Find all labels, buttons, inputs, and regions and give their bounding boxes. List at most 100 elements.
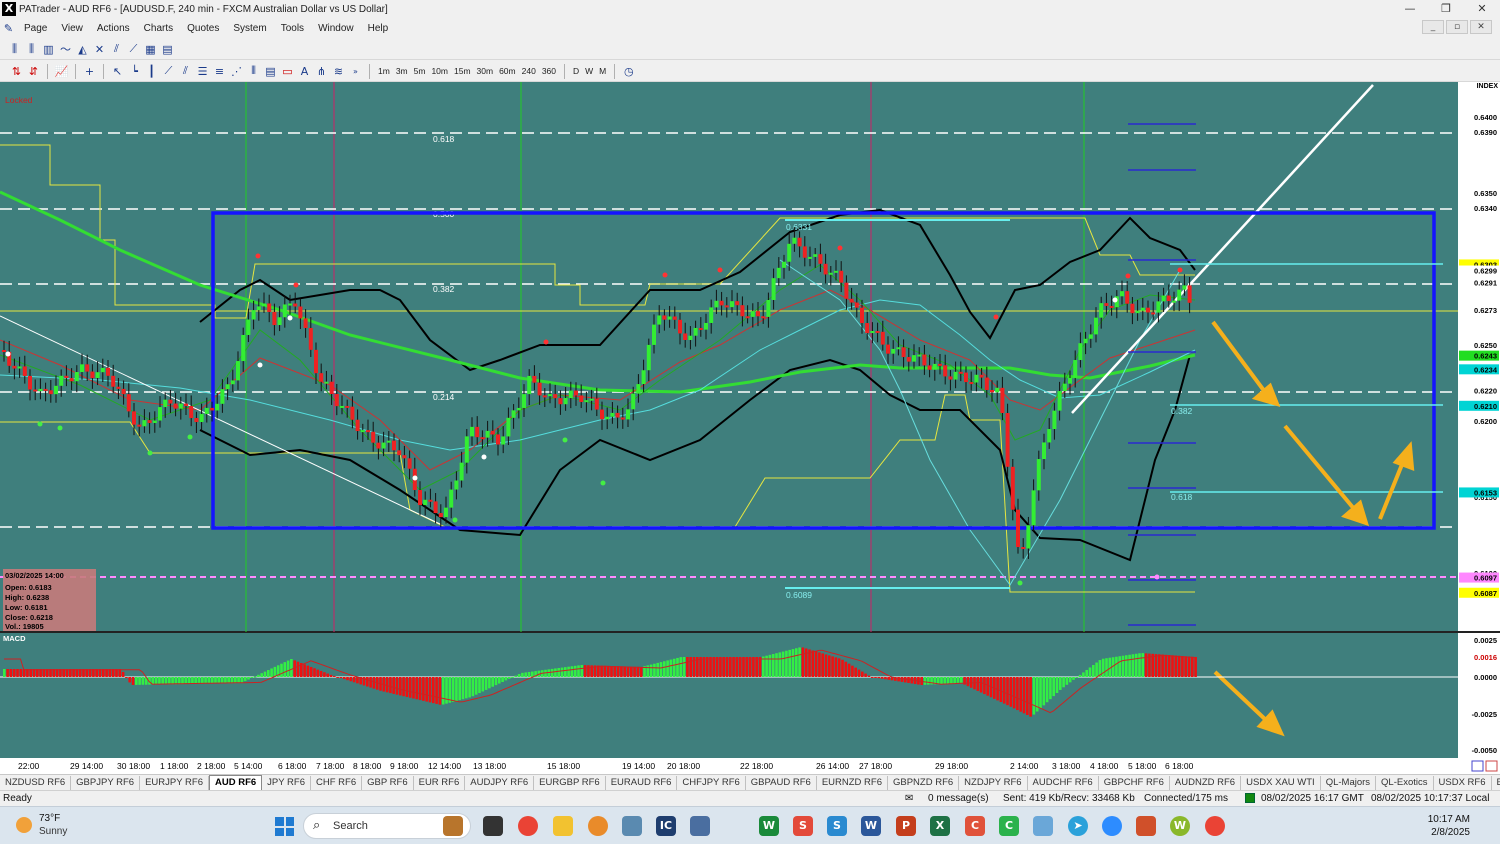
tab-jpy-rf6[interactable]: JPY RF6 <box>262 775 311 790</box>
horizontal-line-icon[interactable]: ┕ <box>127 64 142 79</box>
timeframe-m[interactable]: M <box>596 66 609 76</box>
c-green-app-icon[interactable]: C <box>999 816 1019 836</box>
timeframe-30m[interactable]: 30m <box>474 66 497 76</box>
zoom-icon[interactable] <box>1471 760 1484 772</box>
chart-area[interactable]: 0.618 0.500 0.382 0.214 Locked 0.6089 0.… <box>0 82 1500 774</box>
tab-bitcoin[interactable]: Bitcoin <box>1492 776 1500 790</box>
clock-icon[interactable]: ◷ <box>621 64 636 79</box>
menu-page[interactable]: Page <box>17 23 54 34</box>
weather-desc[interactable]: Sunny <box>39 826 67 837</box>
volume-chart-icon[interactable]: ▤ <box>160 42 175 57</box>
rectangle-icon[interactable]: ▭ <box>280 64 295 79</box>
timeframe-w[interactable]: W <box>582 66 596 76</box>
trend-line-icon[interactable]: ⟋ <box>161 64 176 79</box>
menu-window[interactable]: Window <box>311 23 361 34</box>
file-explorer-icon[interactable] <box>553 816 573 836</box>
line-chart-icon[interactable]: 〜 <box>58 42 73 57</box>
timeframe-10m[interactable]: 10m <box>428 66 451 76</box>
briefcase-app-icon[interactable] <box>443 816 463 836</box>
buy-sell-icon[interactable]: ⇅ <box>9 64 24 79</box>
word-icon[interactable]: W <box>861 816 881 836</box>
chrome-icon-2[interactable] <box>1205 816 1225 836</box>
sun-icon[interactable] <box>16 817 32 833</box>
more-tools-icon[interactable]: » <box>348 64 363 79</box>
area-chart-icon[interactable]: ◭ <box>75 42 90 57</box>
tab-gbpaud-rf6[interactable]: GBPAUD RF6 <box>746 775 817 790</box>
fib-extension-icon[interactable]: ≡ <box>212 64 227 79</box>
tab-ql-exotics[interactable]: QL-Exotics <box>1376 775 1434 790</box>
channel-icon[interactable]: ⫽ <box>178 64 193 79</box>
zoom-app-icon[interactable] <box>1102 816 1122 836</box>
fib-fan-icon[interactable]: ⋰ <box>229 64 244 79</box>
price-chart[interactable]: 0.618 0.500 0.382 0.214 Locked 0.6089 0.… <box>0 82 1500 774</box>
menu-view[interactable]: View <box>54 23 90 34</box>
fib-time-icon[interactable]: ⦀ <box>246 64 261 79</box>
cycles-icon[interactable]: ≋ <box>331 64 346 79</box>
vertical-line-icon[interactable]: ┃ <box>144 64 159 79</box>
tab-eurjpy-rf6[interactable]: EURJPY RF6 <box>140 775 209 790</box>
timeframe-5m[interactable]: 5m <box>411 66 429 76</box>
app-icon-orange[interactable] <box>588 816 608 836</box>
excel-icon[interactable]: X <box>930 816 950 836</box>
tab-chf-rf6[interactable]: CHF RF6 <box>311 775 363 790</box>
text-icon[interactable]: A <box>297 64 312 79</box>
tab-euraud-rf6[interactable]: EURAUD RF6 <box>606 775 678 790</box>
ohlc-chart-icon[interactable]: ⫼ <box>24 42 39 57</box>
calculator-icon[interactable] <box>690 816 710 836</box>
timeframe-360[interactable]: 360 <box>539 66 559 76</box>
timeframe-15m[interactable]: 15m <box>451 66 474 76</box>
chart-edit-icon[interactable]: ✎ <box>1 21 16 36</box>
tab-gbpnzd-rf6[interactable]: GBPNZD RF6 <box>888 775 960 790</box>
status-messages[interactable]: 0 message(s) <box>928 793 989 804</box>
menu-system[interactable]: System <box>226 23 273 34</box>
menu-help[interactable]: Help <box>361 23 396 34</box>
tab-gbpjpy-rf6[interactable]: GBPJPY RF6 <box>71 775 141 790</box>
mdi-minimize-button[interactable]: _ <box>1422 20 1444 34</box>
close-button[interactable]: ✕ <box>1464 0 1500 18</box>
indicator-icon[interactable]: 📈 <box>54 64 69 79</box>
timeframe-3m[interactable]: 3m <box>393 66 411 76</box>
minimize-button[interactable]: — <box>1392 0 1428 18</box>
message-icon[interactable]: ✉ <box>905 793 913 804</box>
weather-temp[interactable]: 73°F <box>39 813 60 824</box>
trade-icon[interactable]: ⇵ <box>26 64 41 79</box>
histogram-icon[interactable]: ▦ <box>143 42 158 57</box>
start-button[interactable] <box>275 817 294 836</box>
app-icon-red2[interactable] <box>1136 816 1156 836</box>
tab-eur-rf6[interactable]: EUR RF6 <box>414 775 466 790</box>
taskbar-clock[interactable]: 10:17 AM 2/8/2025 <box>1428 813 1470 839</box>
tab-audjpy-rf6[interactable]: AUDJPY RF6 <box>465 775 535 790</box>
tab-audnzd-rf6[interactable]: AUDNZD RF6 <box>1170 775 1242 790</box>
timeframe-d[interactable]: D <box>570 66 582 76</box>
w-green-app-icon[interactable]: W <box>1170 816 1190 836</box>
renko-chart-icon[interactable]: ⫽ <box>109 42 124 57</box>
mdi-restore-button[interactable]: ▫ <box>1446 20 1468 34</box>
cursor-icon[interactable]: ↖ <box>110 64 125 79</box>
tab-gbpchf-rf6[interactable]: GBPCHF RF6 <box>1099 775 1170 790</box>
tradingview-icon[interactable]: W <box>759 816 779 836</box>
timeframe-60m[interactable]: 60m <box>496 66 519 76</box>
ic-app-icon[interactable]: IC <box>656 816 676 836</box>
s-blue-app-icon[interactable]: S <box>827 816 847 836</box>
tab-chfjpy-rf6[interactable]: CHFJPY RF6 <box>677 775 746 790</box>
gann-icon[interactable]: ▤ <box>263 64 278 79</box>
tab-nzdusd-rf6[interactable]: NZDUSD RF6 <box>0 775 72 790</box>
timeframe-1m[interactable]: 1m <box>375 66 393 76</box>
mdi-close-button[interactable]: ✕ <box>1470 20 1492 34</box>
restore-button[interactable]: ❐ <box>1428 0 1464 18</box>
tab-eurgbp-rf6[interactable]: EURGBP RF6 <box>534 775 606 790</box>
fib-retracement-icon[interactable]: ☰ <box>195 64 210 79</box>
image-app-icon[interactable] <box>1033 816 1053 836</box>
kagi-chart-icon[interactable]: ⟋ <box>126 42 141 57</box>
bar-chart-icon[interactable]: ⫼ <box>7 42 22 57</box>
s-app-icon[interactable]: S <box>793 816 813 836</box>
tab-usdx-rf6[interactable]: USDX RF6 <box>1434 775 1492 790</box>
point-figure-icon[interactable]: ✕ <box>92 42 107 57</box>
powerpoint-icon[interactable]: P <box>896 816 916 836</box>
chrome-icon[interactable] <box>518 816 538 836</box>
tab-nzdjpy-rf6[interactable]: NZDJPY RF6 <box>959 775 1028 790</box>
menu-charts[interactable]: Charts <box>137 23 180 34</box>
timeframe-240[interactable]: 240 <box>519 66 539 76</box>
pitchfork-icon[interactable]: ⋔ <box>314 64 329 79</box>
menu-actions[interactable]: Actions <box>90 23 137 34</box>
